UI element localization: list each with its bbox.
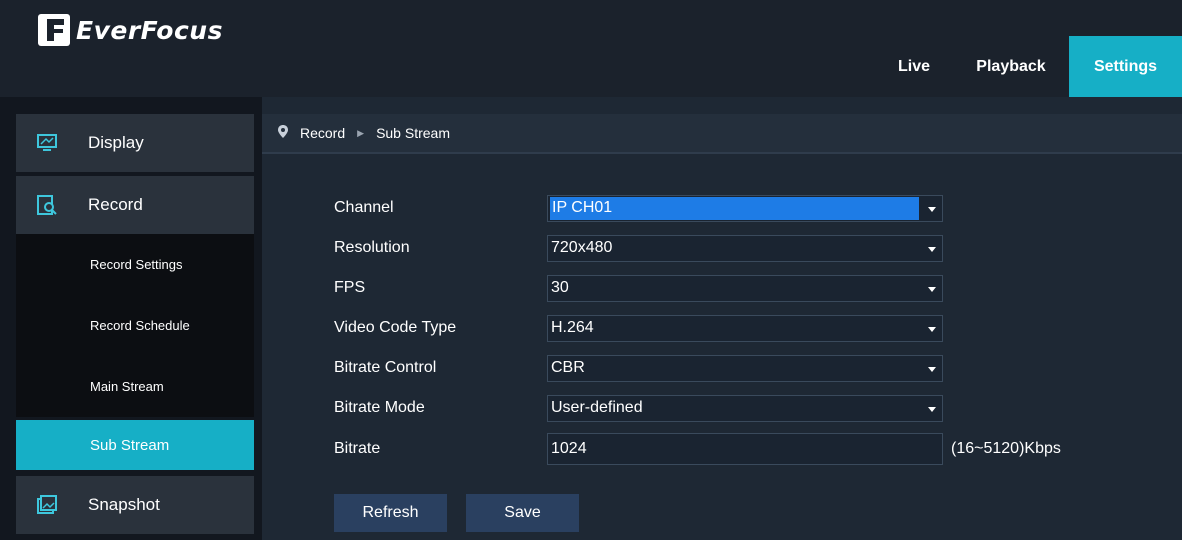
fps-select[interactable]: 30 <box>547 274 943 302</box>
snapshot-icon <box>36 494 58 516</box>
bitrate-control-label: Bitrate Control <box>334 359 437 376</box>
save-button[interactable]: Save <box>466 494 579 532</box>
video-code-type-label: Video Code Type <box>334 319 457 336</box>
record-search-icon <box>36 194 58 216</box>
bitrate-mode-select[interactable]: User-defined <box>547 394 943 422</box>
chevron-down-icon <box>928 326 936 332</box>
bitrate-control-row: Bitrate Control CBR <box>334 353 1134 383</box>
logo-text: EverFocus <box>76 15 223 45</box>
sidebar-item-label: Snapshot <box>88 495 160 514</box>
bitrate-input[interactable]: 1024 <box>547 433 943 465</box>
nav-playback[interactable]: Playback <box>953 36 1069 97</box>
breadcrumb-page: Sub Stream <box>376 125 450 141</box>
sidebar-item-record-settings[interactable]: Record Settings <box>16 234 254 295</box>
main-nav: Live Playback Settings <box>875 36 1182 97</box>
breadcrumb-section[interactable]: Record <box>300 125 345 141</box>
sidebar-item-snapshot[interactable]: Snapshot <box>16 476 254 534</box>
nav-live[interactable]: Live <box>875 36 953 97</box>
bitrate-value: 1024 <box>551 440 587 457</box>
bitrate-control-select[interactable]: CBR <box>547 354 943 382</box>
fps-value: 30 <box>551 279 569 296</box>
logo: EverFocus <box>38 10 223 50</box>
sidebar-item-label: Display <box>88 133 144 152</box>
nav-settings[interactable]: Settings <box>1069 36 1182 97</box>
breadcrumb: Record ▶ Sub Stream <box>262 114 1182 152</box>
resolution-select[interactable]: 720x480 <box>547 234 943 262</box>
location-pin-icon <box>278 125 288 141</box>
sidebar-item-label: Record <box>88 195 143 214</box>
bitrate-range: (16~5120)Kbps <box>951 440 1061 457</box>
channel-label: Channel <box>334 199 394 216</box>
channel-row: Channel IP CH01 <box>334 193 1134 223</box>
resolution-value: 720x480 <box>551 239 613 256</box>
app-window: EverFocus Live Playback Settings Display <box>0 0 1182 540</box>
refresh-button[interactable]: Refresh <box>334 494 447 532</box>
bitrate-row: Bitrate 1024 (16~5120)Kbps <box>334 432 1134 466</box>
video-code-type-select[interactable]: H.264 <box>547 314 943 342</box>
video-code-type-value: H.264 <box>551 319 594 336</box>
video-code-type-row: Video Code Type H.264 <box>334 313 1134 343</box>
chevron-down-icon <box>928 246 936 252</box>
sidebar-item-main-stream[interactable]: Main Stream <box>16 356 254 417</box>
chevron-down-icon <box>928 206 936 212</box>
divider <box>262 152 1182 154</box>
bitrate-control-value: CBR <box>551 359 585 376</box>
channel-value: IP CH01 <box>550 196 919 220</box>
chevron-down-icon <box>928 406 936 412</box>
sidebar-item-sub-stream[interactable]: Sub Stream <box>16 420 254 470</box>
bitrate-mode-label: Bitrate Mode <box>334 399 425 416</box>
sidebar-item-record[interactable]: Record <box>16 176 254 234</box>
bitrate-mode-value: User-defined <box>551 399 643 416</box>
top-bar: EverFocus Live Playback Settings <box>0 0 1182 97</box>
chevron-down-icon <box>928 286 936 292</box>
sidebar-menu: Display Record Record Settings Record Sc… <box>16 114 254 534</box>
bitrate-label: Bitrate <box>334 440 381 457</box>
triangle-right-icon: ▶ <box>357 127 365 138</box>
fps-row: FPS 30 <box>334 273 1134 303</box>
resolution-row: Resolution 720x480 <box>334 233 1134 263</box>
logo-mark-icon <box>38 14 70 46</box>
fps-label: FPS <box>334 279 366 296</box>
monitor-icon <box>36 132 58 154</box>
resolution-label: Resolution <box>334 239 410 256</box>
main-content: Record ▶ Sub Stream Channel IP CH01 Reso… <box>262 97 1182 540</box>
chevron-down-icon <box>928 366 936 372</box>
channel-select[interactable]: IP CH01 <box>547 194 943 222</box>
bitrate-mode-row: Bitrate Mode User-defined <box>334 393 1134 423</box>
sidebar-item-display[interactable]: Display <box>16 114 254 172</box>
sidebar: Display Record Record Settings Record Sc… <box>0 97 262 540</box>
sidebar-item-record-schedule[interactable]: Record Schedule <box>16 295 254 356</box>
